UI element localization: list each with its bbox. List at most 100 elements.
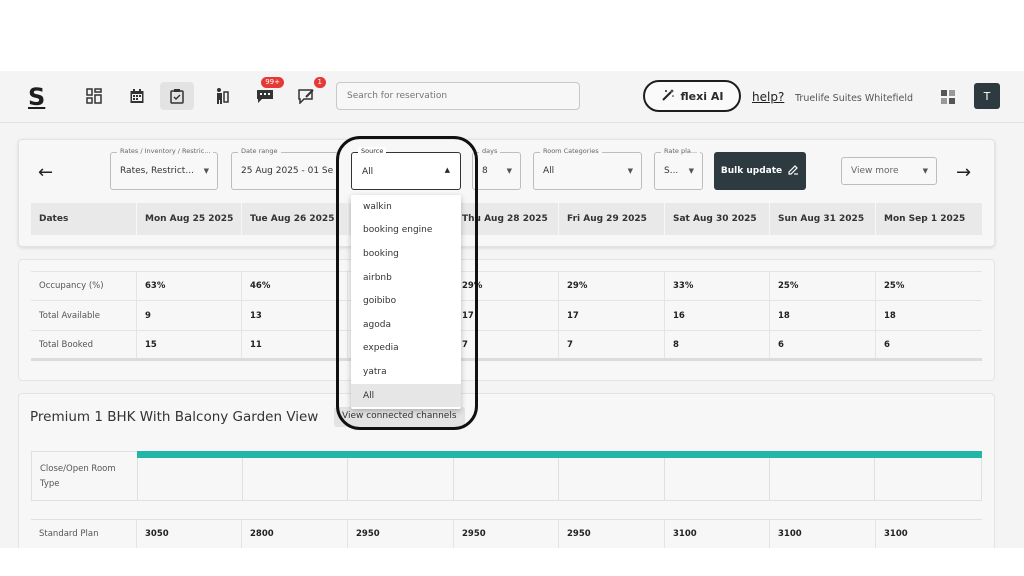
close-open-row: Close/Open Room Type xyxy=(31,451,982,501)
prev-arrow-icon[interactable]: ← xyxy=(38,162,53,183)
room-categories-select[interactable]: Room Categories All ▼ xyxy=(533,147,642,190)
rate-cell[interactable]: 2950 xyxy=(559,520,665,548)
room-categories-label: Room Categories xyxy=(540,147,602,155)
cell-value: 17 xyxy=(454,301,559,330)
close-open-cell[interactable] xyxy=(243,452,349,500)
chevron-down-icon: ▼ xyxy=(506,167,512,175)
chevron-down-icon: ▼ xyxy=(922,167,928,175)
help-link[interactable]: help? xyxy=(752,90,784,104)
close-open-cell[interactable] xyxy=(348,452,455,500)
cell-value: 63% xyxy=(137,272,242,300)
close-open-cell[interactable] xyxy=(138,452,243,500)
source-select[interactable]: Source All ▲ xyxy=(351,147,461,190)
close-open-cell[interactable] xyxy=(875,452,981,500)
cell-value: 29% xyxy=(454,272,559,300)
apps-grid-icon[interactable] xyxy=(941,89,955,108)
cell-value: 18 xyxy=(884,310,896,321)
rates-select-value: Rates, Restrict... xyxy=(120,166,194,176)
view-more-select[interactable]: View more ▼ xyxy=(841,157,937,185)
date-header-cell: Thu Aug 28 2025 xyxy=(454,203,559,235)
notes-icon[interactable]: 1 xyxy=(296,77,326,107)
chevron-down-icon: ▼ xyxy=(627,167,633,175)
cell-value: 16 xyxy=(665,301,770,330)
avatar[interactable]: T xyxy=(974,83,1000,109)
cell-value: 46% xyxy=(242,272,348,300)
total-available-row: Total Available 9 13 17 17 16 18 18 xyxy=(31,301,982,331)
close-open-cell[interactable] xyxy=(665,452,770,500)
rates-select[interactable]: Rates / Inventory / Restric... Rates, Re… xyxy=(110,147,218,190)
source-dropdown-menu: walkin booking engine booking airbnb goi… xyxy=(351,195,461,409)
source-option-walkin[interactable]: walkin xyxy=(351,195,461,219)
row-label: Total Booked xyxy=(31,331,137,358)
cell-value: 11 xyxy=(242,331,348,358)
close-open-cell[interactable] xyxy=(454,452,559,500)
source-option-all[interactable]: All xyxy=(351,383,461,408)
search-input[interactable] xyxy=(336,82,580,110)
days-select[interactable]: days 8 ▼ xyxy=(472,147,521,190)
close-open-cell[interactable] xyxy=(770,452,876,500)
view-connected-channels-button[interactable]: View connected channels xyxy=(334,407,465,427)
date-header-cell: Mon Aug 25 2025 xyxy=(137,203,242,235)
row-label: Total Available xyxy=(31,301,137,330)
source-option-agoda[interactable]: agoda xyxy=(351,313,461,337)
flexi-ai-label: flexi AI xyxy=(680,89,724,103)
messages-icon[interactable]: 99+ xyxy=(254,77,284,107)
page: S 99+ 1 flexi AI help? Truelife xyxy=(0,0,1024,576)
cell-value: 15 xyxy=(137,331,242,358)
calendar-icon[interactable] xyxy=(126,85,148,107)
date-header-cell: Sat Aug 30 2025 xyxy=(665,203,770,235)
rates-select-label: Rates / Inventory / Restric... xyxy=(117,147,214,155)
rate-plan-label: Rate pla... xyxy=(661,147,701,155)
standard-plan-row: Standard Plan 3050 2800 2950 2950 2950 3… xyxy=(31,519,982,548)
source-option-booking-engine[interactable]: booking engine xyxy=(351,219,461,243)
rate-cell[interactable]: 3100 xyxy=(770,520,876,548)
dashboard-icon[interactable] xyxy=(83,85,105,107)
notifications-badge: 1 xyxy=(313,77,326,88)
close-open-cell[interactable] xyxy=(559,452,665,500)
dates-header-label: Dates xyxy=(31,203,137,235)
bulk-update-label: Bulk update xyxy=(720,166,783,176)
pencil-icon xyxy=(788,164,799,178)
clipboard-check-icon[interactable] xyxy=(160,82,194,110)
date-header-cell: Sun Aug 31 2025 xyxy=(770,203,876,235)
rate-plan-select[interactable]: Rate pla... S... ▼ xyxy=(654,147,703,190)
flexi-ai-button[interactable]: flexi AI xyxy=(643,80,741,112)
property-name[interactable]: Truelife Suites Whitefield xyxy=(795,93,913,104)
source-value: All xyxy=(362,167,374,177)
cell-value: 25% xyxy=(884,281,905,291)
source-option-expedia[interactable]: expedia xyxy=(351,337,461,361)
source-label: Source xyxy=(358,147,387,155)
date-header-cell: Fri Aug 29 2025 xyxy=(559,203,665,235)
next-arrow-icon[interactable]: → xyxy=(956,162,971,183)
date-range-label: Date range xyxy=(238,147,281,155)
availability-bar xyxy=(137,451,982,458)
rate-cell[interactable]: 3100 xyxy=(665,520,770,548)
date-header-cell: Tue Aug 26 2025 xyxy=(242,203,348,235)
source-option-goibibo[interactable]: goibibo xyxy=(351,289,461,313)
bulk-update-button[interactable]: Bulk update xyxy=(714,152,806,190)
source-option-yatra[interactable]: yatra xyxy=(351,360,461,384)
date-range-field[interactable]: Date range 25 Aug 2025 - 01 Se xyxy=(231,147,338,190)
bellboy-icon[interactable] xyxy=(210,85,232,107)
occupancy-row: Occupancy (%) 63% 46% 29% 29% 33% 25% 25… xyxy=(31,271,982,301)
rate-cell[interactable]: 2800 xyxy=(242,520,348,548)
rate-cell[interactable]: 3050 xyxy=(137,520,242,548)
date-range-value: 25 Aug 2025 - 01 Se xyxy=(241,166,333,176)
cell-value: 7 xyxy=(559,331,665,358)
app-logo[interactable]: S xyxy=(28,83,45,111)
cell-value: 17 xyxy=(559,301,665,330)
source-option-airbnb[interactable]: airbnb xyxy=(351,266,461,290)
rate-cell[interactable]: 3100 xyxy=(876,520,982,548)
room-categories-value: All xyxy=(543,166,555,176)
cell-value: 33% xyxy=(665,272,770,300)
cell-value: 13 xyxy=(242,301,348,330)
dates-header-row: Dates Mon Aug 25 2025 Tue Aug 26 2025 Th… xyxy=(31,203,982,235)
cell-value: 29% xyxy=(559,272,665,300)
rate-cell[interactable]: 2950 xyxy=(454,520,559,548)
cell-value: 6 xyxy=(770,331,876,358)
rate-cell[interactable]: 2950 xyxy=(348,520,454,548)
source-option-booking[interactable]: booking xyxy=(351,242,461,266)
room-title: Premium 1 BHK With Balcony Garden View xyxy=(30,409,319,425)
cell-value: 8 xyxy=(665,331,770,358)
rate-plan-value: S... xyxy=(664,166,679,176)
